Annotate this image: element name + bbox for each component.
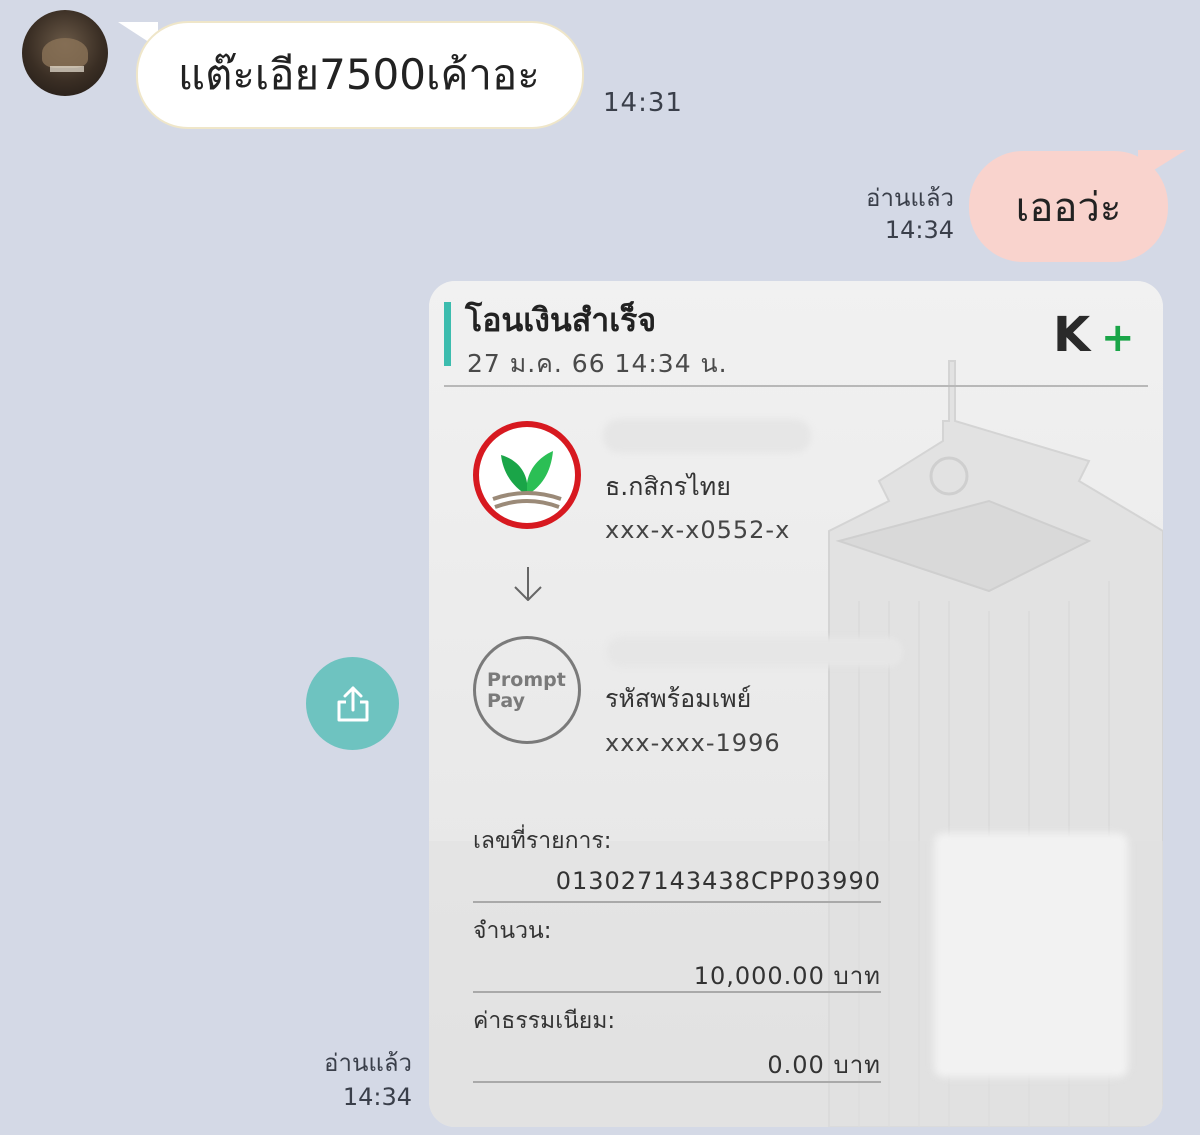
svg-text:K: K bbox=[1053, 309, 1092, 357]
amount-label: จำนวน: bbox=[473, 918, 552, 944]
svg-text:+: + bbox=[1101, 315, 1135, 357]
fee-value: 0.00 บาท bbox=[767, 1051, 881, 1079]
chat-view: แต๊ะเอีย7500เค้าอะ 14:31 อ่านแล้ว 14:34 … bbox=[0, 0, 1200, 1135]
outgoing-message-time: 14:34 bbox=[884, 216, 954, 244]
slip-message-time: 14:34 bbox=[342, 1083, 412, 1111]
promptpay-logo-text: Prompt bbox=[487, 669, 566, 691]
promptpay-logo-text: Pay bbox=[487, 690, 526, 712]
kplus-logo: K + bbox=[1053, 309, 1135, 357]
avatar-figure bbox=[42, 38, 88, 68]
transaction-no-label: เลขที่รายการ: bbox=[473, 828, 612, 854]
outgoing-message-text: เออว่ะ bbox=[1015, 184, 1122, 231]
slip-datetime: 27 ม.ค. 66 14:34 น. bbox=[467, 349, 728, 378]
share-button[interactable] bbox=[306, 657, 399, 750]
sender-avatar[interactable] bbox=[22, 10, 108, 96]
read-status: อ่านแล้ว bbox=[324, 1049, 412, 1077]
qr-code-redacted bbox=[934, 833, 1128, 1077]
detail-divider bbox=[473, 1081, 881, 1083]
incoming-message-time: 14:31 bbox=[603, 88, 683, 118]
outgoing-message-bubble[interactable]: เออว่ะ bbox=[969, 151, 1168, 262]
detail-divider bbox=[473, 991, 881, 993]
detail-divider bbox=[473, 901, 881, 903]
promptpay-logo: Prompt Pay bbox=[473, 636, 581, 744]
share-icon bbox=[337, 686, 368, 721]
avatar-caption bbox=[50, 66, 84, 72]
amount-value: 10,000.00 บาท bbox=[693, 962, 881, 990]
outgoing-message-meta: อ่านแล้ว 14:34 bbox=[840, 182, 954, 246]
incoming-message-text: แต๊ะเอีย7500เค้าอะ bbox=[178, 50, 540, 99]
sender-name-redacted bbox=[603, 419, 811, 453]
receiver-type: รหัสพร้อมเพย์ bbox=[605, 684, 752, 713]
transfer-slip-image[interactable]: โอนเงินสำเร็จ 27 ม.ค. 66 14:34 น. K + ธ.… bbox=[429, 281, 1163, 1127]
slip-title: โอนเงินสำเร็จ bbox=[465, 301, 657, 339]
read-status: อ่านแล้ว bbox=[866, 184, 954, 212]
arrow-down-icon bbox=[514, 567, 542, 601]
sender-account: xxx-x-x0552-x bbox=[605, 516, 791, 544]
slip-message-meta: อ่านแล้ว 14:34 bbox=[300, 1046, 412, 1114]
incoming-message-bubble[interactable]: แต๊ะเอีย7500เค้าอะ bbox=[136, 21, 584, 129]
sender-bank: ธ.กสิกรไทย bbox=[605, 472, 731, 501]
slip-accent-bar bbox=[444, 302, 451, 366]
kasikornbank-logo bbox=[473, 421, 581, 529]
receiver-account: xxx-xxx-1996 bbox=[605, 729, 781, 757]
receiver-name-redacted bbox=[607, 637, 903, 667]
fee-label: ค่าธรรมเนียม: bbox=[473, 1008, 616, 1034]
slip-header-divider bbox=[444, 385, 1148, 387]
transaction-no-value: 013027143438CPP03990 bbox=[555, 867, 881, 895]
